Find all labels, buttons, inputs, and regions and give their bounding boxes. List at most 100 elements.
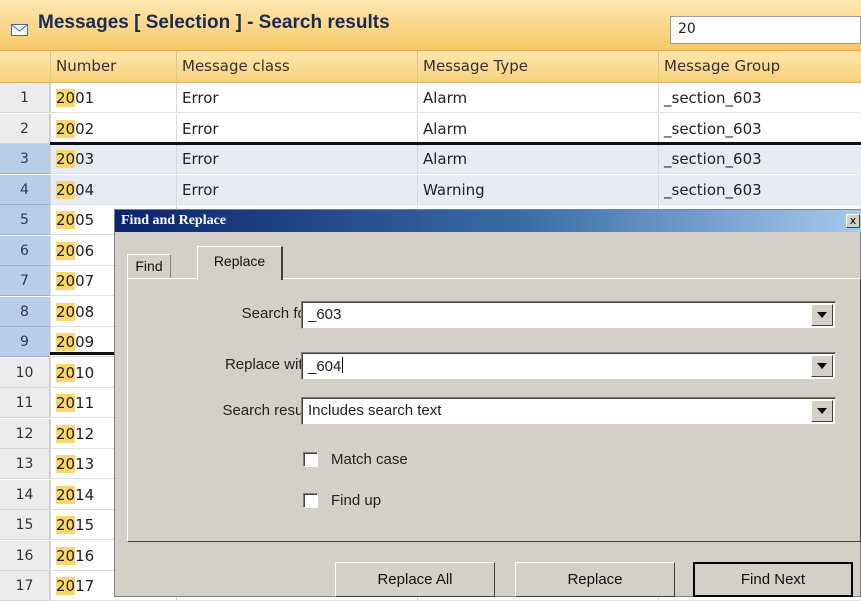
number-suffix: 13 [75, 455, 95, 473]
search-highlight: 20 [56, 89, 76, 107]
column-header-message-class[interactable]: Message class [176, 51, 417, 82]
row-number[interactable]: 13 [0, 449, 50, 479]
cell-message-class[interactable]: Error [176, 113, 417, 144]
search-highlight: 20 [56, 333, 76, 351]
number-suffix: 12 [75, 424, 95, 443]
row-number[interactable]: 9 [0, 327, 50, 357]
number-suffix: 15 [75, 516, 95, 534]
replace-with-value: _604 [308, 357, 344, 375]
close-icon[interactable]: x [846, 214, 860, 228]
row-number[interactable]: 1 [0, 83, 50, 113]
drop-indicator-line [50, 352, 114, 355]
cell-message-class[interactable]: Error [176, 144, 417, 174]
dropdown-button[interactable] [811, 304, 833, 326]
number-suffix: 03 [75, 150, 95, 168]
search-highlight: 20 [56, 577, 76, 595]
cell-message-class[interactable]: Error [176, 174, 417, 205]
search-highlight: 20 [56, 241, 76, 260]
search-highlight: 20 [56, 363, 76, 382]
grid-header: Number Message class Message Type Messag… [0, 51, 861, 83]
column-header-message-type[interactable]: Message Type [417, 51, 658, 82]
search-highlight: 20 [56, 180, 76, 199]
number-suffix: 04 [75, 180, 95, 199]
column-header-message-group[interactable]: Message Group [658, 51, 861, 82]
number-suffix: 05 [75, 211, 95, 229]
row-number[interactable]: 10 [0, 357, 50, 388]
table-row[interactable]: 2 2002 Error Alarm _section_603 [0, 113, 861, 144]
dialog-title: Find and Replace [115, 210, 861, 232]
search-highlight: 20 [56, 272, 76, 290]
dropdown-button[interactable] [811, 400, 833, 422]
cell-message-group[interactable]: _section_603 [658, 144, 861, 174]
number-suffix: 17 [75, 577, 95, 595]
number-suffix: 06 [75, 241, 95, 260]
cell-message-type[interactable]: Alarm [417, 144, 658, 174]
row-number[interactable]: 15 [0, 510, 50, 540]
find-next-button[interactable]: Find Next [693, 562, 853, 597]
row-number[interactable]: 4 [0, 174, 50, 205]
drop-indicator-line [50, 142, 861, 145]
search-highlight: 20 [56, 119, 76, 138]
find-replace-dialog: Find and Replace x Find Replace Search f… [114, 209, 861, 597]
search-for-combobox[interactable]: _603 [301, 301, 836, 329]
search-highlight: 20 [56, 424, 76, 443]
replace-with-text: _604 [308, 358, 342, 375]
row-number[interactable]: 12 [0, 418, 50, 449]
cell-number[interactable]: 2002 [50, 113, 176, 144]
search-highlight: 20 [56, 546, 76, 565]
column-header-number[interactable]: Number [50, 51, 176, 82]
find-up-label[interactable]: Find up [331, 492, 381, 509]
cell-number[interactable]: 2003 [50, 144, 176, 174]
tab-replace[interactable]: Replace [197, 246, 283, 280]
search-highlight: 20 [56, 150, 76, 168]
chevron-down-icon [817, 312, 827, 318]
row-number[interactable]: 2 [0, 113, 50, 144]
row-number[interactable]: 8 [0, 296, 50, 327]
match-case-checkbox[interactable] [303, 452, 318, 467]
row-number[interactable]: 3 [0, 144, 50, 174]
replace-button[interactable]: Replace [515, 562, 675, 597]
cell-message-type[interactable]: Alarm [417, 113, 658, 144]
chevron-down-icon [817, 408, 827, 414]
search-highlight: 20 [56, 394, 76, 412]
number-suffix: 01 [75, 89, 95, 107]
tab-find[interactable]: Find [127, 254, 171, 278]
number-suffix: 16 [75, 546, 95, 565]
number-suffix: 08 [75, 302, 95, 321]
chevron-down-icon [817, 363, 827, 369]
result-count-field[interactable]: 20 [670, 16, 861, 44]
window-titlebar: Messages [ Selection ] - Search results … [0, 0, 861, 51]
search-result-combobox[interactable]: Includes search text [301, 397, 836, 425]
table-row[interactable]: 3 2003 Error Alarm _section_603 [0, 144, 861, 174]
window-title: Messages [ Selection ] - Search results [38, 12, 390, 33]
table-row[interactable]: 4 2004 Error Warning _section_603 [0, 174, 861, 205]
dropdown-button[interactable] [811, 355, 833, 377]
find-up-checkbox[interactable] [303, 493, 318, 508]
cell-number[interactable]: 2004 [50, 174, 176, 205]
replace-with-combobox[interactable]: _604 [301, 352, 836, 380]
match-case-label[interactable]: Match case [331, 451, 408, 468]
row-number[interactable]: 11 [0, 388, 50, 418]
search-highlight: 20 [56, 485, 76, 504]
text-caret [342, 357, 344, 373]
number-suffix: 11 [75, 394, 95, 412]
search-highlight: 20 [56, 516, 76, 534]
cell-message-group[interactable]: _section_603 [658, 174, 861, 205]
row-number[interactable]: 5 [0, 205, 50, 235]
row-number[interactable]: 6 [0, 235, 50, 266]
cell-message-group[interactable]: _section_603 [658, 113, 861, 144]
row-number[interactable]: 16 [0, 540, 50, 571]
number-suffix: 02 [75, 119, 95, 138]
row-number[interactable]: 7 [0, 266, 50, 296]
row-number[interactable]: 14 [0, 479, 50, 510]
cell-number[interactable]: 2001 [50, 83, 176, 113]
number-suffix: 10 [75, 363, 95, 382]
number-suffix: 09 [75, 333, 95, 351]
envelope-icon [11, 24, 28, 36]
cell-message-group[interactable]: _section_603 [658, 83, 861, 113]
cell-message-class[interactable]: Error [176, 83, 417, 113]
cell-message-type[interactable]: Alarm [417, 83, 658, 113]
replace-all-button[interactable]: Replace All [335, 562, 495, 597]
table-row[interactable]: 1 2001 Error Alarm _section_603 [0, 83, 861, 113]
cell-message-type[interactable]: Warning [417, 174, 658, 205]
